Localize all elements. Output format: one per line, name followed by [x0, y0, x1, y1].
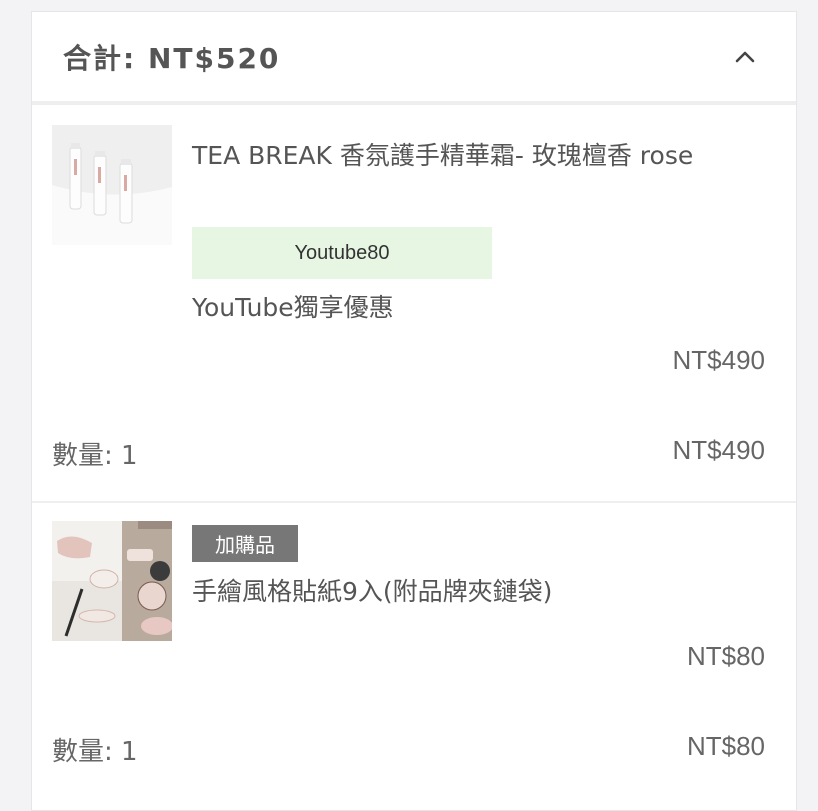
order-total: 合計: NT$520: [63, 41, 281, 75]
promo-code-badge: Youtube80: [192, 227, 492, 279]
cart-item: TEA BREAK 香氛護手精華霜- 玫瑰檀香 rose Youtube80 Y…: [32, 105, 796, 503]
quantity-label: 數量: 1: [52, 441, 138, 471]
product-image: [52, 521, 172, 641]
cart-item: 加購品 手繪風格貼紙9入(附品牌夾鏈袋) NT$80 數量: 1 NT$80: [32, 503, 796, 803]
product-name[interactable]: TEA BREAK 香氛護手精華霜- 玫瑰檀香 rose: [192, 134, 776, 177]
line-total: NT$80: [686, 731, 765, 761]
line-total: NT$490: [672, 435, 766, 465]
product-name[interactable]: 手繪風格貼紙9入(附品牌夾鏈袋): [192, 570, 776, 613]
chevron-up-icon[interactable]: [734, 46, 756, 68]
product-image: [52, 125, 172, 245]
unit-price: NT$80: [686, 641, 765, 671]
add-on-badge: 加購品: [192, 525, 298, 562]
order-total-header[interactable]: 合計: NT$520: [32, 12, 796, 105]
quantity-label: 數量: 1: [52, 737, 138, 767]
order-summary-panel: 合計: NT$520 TEA BREAK 香氛護手精華霜- 玫瑰檀香 rose …: [31, 11, 797, 811]
unit-price: NT$490: [672, 345, 766, 375]
promo-description: YouTube獨享優惠: [192, 293, 394, 322]
